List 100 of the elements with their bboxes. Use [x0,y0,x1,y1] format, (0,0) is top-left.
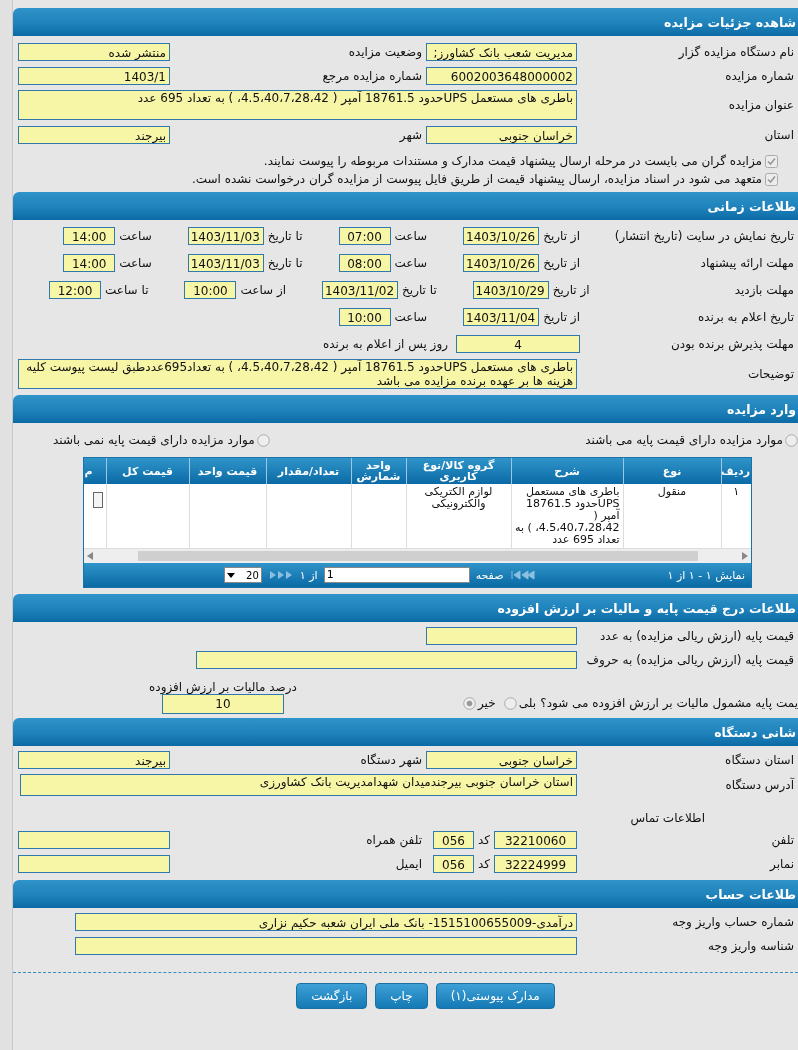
field-label: شماره مزایده [724,69,795,83]
field-label: تا ساعت [105,282,149,297]
field-label: یمت پایه مشمول مالیات بر ارزش افزوده می شود؟ [539,696,798,713]
field-label: شهر [398,128,423,142]
radio-button[interactable] [463,696,476,710]
text-field[interactable] [18,855,170,873]
prev-last-icon[interactable] [267,570,294,580]
column-header[interactable]: قیمت کل [106,458,189,484]
field-label: متعهد می شود در اسناد مزایده، ارسال پیشنهاد قیمت از طریق فایل پیوست از مزایده گران درخواست نشده است. [191,172,762,186]
text-field[interactable]: مدیریت شعب بانک کشاورز; [426,43,577,61]
text-field[interactable]: درآمدی-1515100655009- بانک ملی ایران شعبه حکیم نزاری [75,913,577,931]
field-label: تلفن [770,833,795,847]
column-header[interactable]: م [84,458,106,484]
text-field[interactable]: 1403/11/03 [187,226,264,245]
text-field[interactable]: 10 [161,694,284,714]
text-field[interactable]: 1403/11/03 [187,253,264,272]
section-header: وارد مزایده [13,395,798,423]
text-field[interactable]: بیرجند [18,126,170,144]
horizontal-scrollbar[interactable] [84,548,751,563]
page-size-select[interactable]: 20 [223,567,262,583]
page-input[interactable]: 1 [323,567,470,583]
action-button[interactable]: بازگشت [296,983,368,1009]
column-header[interactable]: واحد شمارش [351,458,406,484]
field-label: تلفن همراه [365,833,423,847]
field-label: تا تاریخ [267,255,303,270]
text-field[interactable]: بیرجند [18,751,170,769]
text-field[interactable]: 14:00 [63,226,116,245]
radio-button[interactable] [503,696,517,710]
page-count: از ١ [299,568,318,582]
column-header[interactable]: شرح [511,458,623,484]
action-button[interactable]: چاپ [375,983,428,1009]
text-field[interactable]: 1403/10/26 [463,226,540,245]
text-field[interactable]: 056 [433,831,474,849]
field-label: تا تاریخ [402,282,437,297]
field-label: قیمت پایه (ارزش ریالی مزایده) به عدد [599,629,795,643]
text-field[interactable]: 32210060 [494,831,577,849]
checkbox[interactable] [765,172,778,186]
text-field[interactable] [18,831,170,849]
text-field[interactable]: 1403/10/26 [463,253,540,272]
text-field[interactable]: 07:00 [338,226,391,245]
field-label: نام دستگاه مزایده گزار [677,45,795,59]
pager-summary: نمایش ١ - ١ از ١ [667,568,745,582]
text-field[interactable]: باطری های مستعمل UPSحدود 18761.5 آمپر ( 4.5،40،7،28،42، ) به تعداد695عددطبق لیست پیوست کلیه هزینه ها بر عهده برنده مزایده می باشد [18,359,577,389]
radio-button[interactable] [785,433,798,447]
text-field[interactable]: خراسان جنوبی [426,751,577,769]
field-label: از تاریخ [543,255,580,270]
column-header[interactable]: ردیف [721,458,751,484]
text-field[interactable]: 14:00 [63,253,116,272]
text-field[interactable]: 1403/10/29 [472,280,549,299]
text-field[interactable]: 10:00 [338,307,391,326]
text-field[interactable]: 056 [433,855,474,873]
page-label: صفحه [475,568,504,582]
scroll-right-icon[interactable] [742,552,748,560]
text-field[interactable] [75,937,577,955]
checkbox[interactable] [765,154,778,168]
field-label: تاریخ نمایش در سایت (تاریخ انتشار) [613,228,795,243]
field-label: استان دستگاه [724,753,795,767]
text-field[interactable]: 4 [456,334,580,353]
first-next-icon[interactable] [509,570,536,580]
row-button[interactable] [92,492,103,508]
field-label: از ساعت [240,282,287,297]
radio-button[interactable] [256,433,270,447]
text-field[interactable]: خراسان جنوبی [426,126,577,144]
field-label: از تاریخ [543,228,580,243]
field-label: عنوان مزایده [727,98,795,112]
section-header: شاهده جزئیات مزایده [13,8,798,36]
column-header[interactable]: گروه کالا/نوع کاربری [406,458,511,484]
text-field[interactable] [426,627,577,645]
column-header[interactable]: قیمت واحد [189,458,266,484]
field-label: تا تاریخ [267,228,303,243]
text-field[interactable]: 6002003648000002 [426,67,577,85]
field-label: مهلت ارائه پیشنهاد [699,255,795,270]
text-field[interactable]: 1403/11/02 [322,280,399,299]
field-label: شماره حساب واریز وجه [671,915,795,929]
text-field[interactable]: 12:00 [49,280,101,299]
section-header: شانی دستگاه [13,718,798,746]
action-button[interactable]: مدارک پیوستی(١) [435,983,555,1009]
section-header: طلاعات حساب [13,880,798,908]
text-field[interactable]: استان خراسان جنوبی بیرجندمیدان شهدامدیریت بانک کشاورزی [20,774,577,796]
field-label: از تاریخ [543,309,580,324]
field-label: روز پس از اعلام به برنده [323,336,448,351]
field-label: ایمیل [394,857,423,871]
caret-icon[interactable] [226,572,235,578]
text-field[interactable]: منتشر شده [18,43,170,61]
text-field[interactable]: 08:00 [338,253,391,272]
text-field[interactable]: 1403/11/04 [463,307,540,326]
text-field[interactable] [196,651,577,669]
field-label: قیمت پایه (ارزش ریالی مزایده) به حروف [585,653,795,667]
text-field[interactable]: 32224999 [494,855,577,873]
column-header[interactable]: نوع [623,458,721,484]
section-header: طلاعات درج قیمت پایه و مالیات بر ارزش افزوده [13,594,798,622]
section-header: طلاعات زمانی [13,192,798,220]
scroll-left-icon[interactable] [87,552,93,560]
text-field[interactable]: 10:00 [184,280,237,299]
text-field[interactable]: باطری های مستعمل UPSحدود 18761.5 آمپر ( 4.5،40،7،28،42، ) به تعداد 695 عدد [18,90,577,120]
column-header[interactable]: تعداد/مقدار [266,458,351,484]
field-label: خیر [478,696,496,710]
field-label: ساعت [394,309,428,324]
text-field[interactable]: 1403/1 [18,67,170,85]
field-label: مهلت بازدید [733,282,795,297]
